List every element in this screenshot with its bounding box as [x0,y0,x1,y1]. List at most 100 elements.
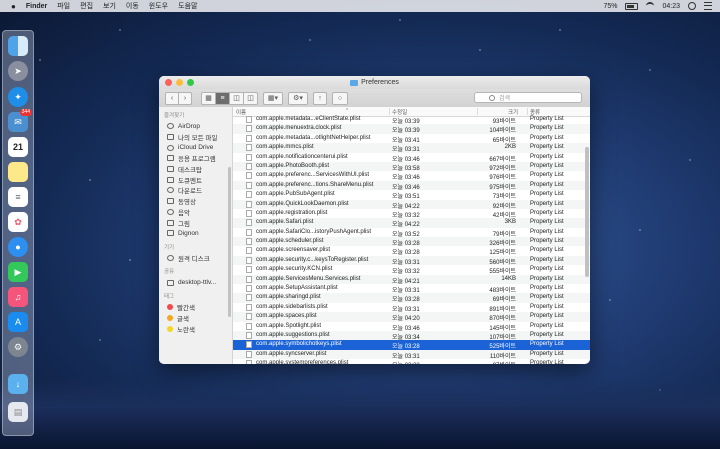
share-button[interactable]: ↑ [313,91,327,105]
menu-view[interactable]: 보기 [103,1,116,11]
spotlight-icon[interactable] [688,2,696,10]
table-row[interactable]: com.apple.sidebarlists.plist 오늘 03:31 891바… [233,303,590,313]
table-row[interactable]: com.apple.suggestions.plist 오늘 03:34 107바이… [233,330,590,341]
wifi-icon[interactable] [646,2,655,10]
icon-view-button[interactable]: ▦ [201,91,216,105]
list-scrollbar[interactable] [585,147,589,277]
notes-icon[interactable] [8,162,28,182]
sidebar-item-movies[interactable]: 동영상 [159,196,232,207]
cover-flow-button[interactable]: ◫ [243,91,258,105]
launchpad-icon[interactable]: ➤ [8,61,28,81]
window-titlebar[interactable]: Preferences [159,76,590,89]
sidebar-tag-red[interactable]: 빨간색 [159,302,232,313]
table-row[interactable]: com.apple.preferenc...ServicesWithUI.pli… [233,171,590,181]
file-kind: Property List [530,331,564,338]
sidebar-item-applications[interactable]: 응용 프로그램 [159,153,232,164]
back-button[interactable]: ‹ [165,91,179,105]
zoom-button[interactable] [187,79,194,86]
battery-percent[interactable]: 75% [603,3,617,10]
table-row[interactable]: com.apple.Spotlight.plist 오늘 03:46 145바이트 P… [233,322,590,332]
file-name: com.apple.ServicesMenu.Services.plist [256,275,361,282]
sidebar-item-desktop[interactable]: 데스크탑 [159,164,232,175]
sidebar-item-shared-computer[interactable]: desktop-ttlv... [159,277,232,288]
table-row[interactable]: com.apple.scheduler.plist 오늘 03:28 326바이트 P… [233,237,590,247]
list-view-button[interactable]: ≡ [215,91,230,105]
group-button[interactable]: ▦▾ [263,91,283,105]
mail-icon[interactable]: ✉ 344 [8,109,32,132]
file-name: com.apple.SetupAssistant.plist [256,285,338,292]
sidebar-item-remote-disc[interactable]: 원격 디스크 [159,253,232,264]
table-row[interactable]: com.apple.QuickLookDaemon.plist 오늘 04:22 9… [233,199,590,210]
column-view-button[interactable]: ◫ [229,91,244,105]
menu-window[interactable]: 윈도우 [149,1,168,11]
menu-file[interactable]: 파일 [57,1,70,11]
file-kind: Property List [530,219,564,226]
sidebar-tag-yellow[interactable]: 노란색 [159,323,232,334]
sidebar-item-all-my-files[interactable]: 나의 모든 파일 [159,132,232,143]
column-divider[interactable] [477,108,478,115]
sidebar-header-tags: 태그 [164,293,175,300]
table-row[interactable]: com.apple.spaces.plist 오늘 04:20 870바이트 Prop… [233,312,590,322]
sidebar-item-icloud-drive[interactable]: iCloud Drive [159,142,232,153]
downloads-folder-icon[interactable]: ↓ [8,374,28,394]
column-divider[interactable] [389,108,390,115]
safari-icon[interactable]: ✦ [8,87,28,107]
table-row-selected[interactable]: com.apple.symbolichotkeys.plist 오늘 03:28 5… [233,340,590,350]
sidebar-tag-orange[interactable]: 글색 [159,313,232,324]
table-row[interactable]: com.apple.security.KCN.plist 오늘 03:32 555바… [233,265,590,275]
action-button[interactable]: ⚙▾ [288,91,308,105]
table-row[interactable]: com.apple.ServicesMenu.Services.plist 오늘 … [233,274,590,285]
sidebar-item-airdrop[interactable]: AirDrop [159,121,232,132]
sidebar-scrollbar[interactable] [228,167,231,317]
facetime-icon[interactable]: ▶ [8,262,28,282]
sidebar-item-pictures[interactable]: 그림 [159,217,232,228]
table-row[interactable]: com.apple.mmcs.plist 오늘 03:31 2KB Property … [233,143,590,153]
table-row[interactable]: com.apple.preferenc...tions.ShareMenu.pl… [233,180,590,191]
music-icon[interactable]: ♫ [8,287,28,307]
tags-button[interactable]: ○ [332,91,348,105]
menu-go[interactable]: 이동 [126,1,139,11]
sidebar-item-documents[interactable]: 도큐멘트 [159,174,232,185]
search-field[interactable]: 검색 [474,92,582,103]
table-row[interactable]: com.apple.Safari.plist 오늘 04:22 3KB Propert… [233,218,590,228]
table-row[interactable]: com.apple.registration.plist 오늘 03:32 42바이… [233,209,590,219]
table-row[interactable]: com.apple.sharingd.plist 오늘 03:28 69바이트 Pro… [233,293,590,303]
wallpaper-mountains [0,379,720,449]
sidebar-item-home[interactable]: Dignon [159,228,232,239]
column-divider[interactable] [527,108,528,115]
menu-app-finder[interactable]: Finder [26,3,47,10]
menu-edit[interactable]: 편집 [80,1,93,11]
calendar-icon[interactable]: 21 [8,137,28,157]
table-row[interactable]: com.apple.SafariClo...istoryPushAgent.pl… [233,228,590,238]
computer-icon [167,279,174,286]
table-row[interactable]: com.apple.PubSubAgent.plist 오늘 03:51 73바이트… [233,190,590,200]
photos-icon[interactable]: ✿ [8,212,28,232]
minimize-button[interactable] [176,79,183,86]
sidebar-item-music[interactable]: 음악 [159,207,232,218]
table-row[interactable]: com.apple.metadata...otlightNetHelper.pl… [233,134,590,144]
table-row[interactable]: com.apple.syncserver.plist 오늘 03:31 110바이트… [233,349,590,360]
menubar-clock[interactable]: 04:23 [662,3,680,10]
table-row[interactable]: com.apple.menuextra.clock.plist 오늘 03:39 1… [233,124,590,134]
reminders-icon[interactable]: ≡ [8,187,28,207]
table-row[interactable]: com.apple.PhotoBooth.plist 오늘 03:58 972바이트… [233,161,590,172]
apple-menu-icon[interactable]: ● [11,2,16,11]
menu-help[interactable]: 도움말 [178,1,197,11]
forward-button[interactable]: › [178,91,192,105]
trash-icon[interactable]: ▤ [8,402,28,422]
close-button[interactable] [165,79,172,86]
table-row[interactable]: com.apple.notificationcenterui.plist 오늘 0… [233,153,590,163]
table-row[interactable]: com.apple.systempreferences.plist 오늘 03:2… [233,359,590,364]
table-row[interactable]: com.apple.security.c...keysToRegister.pl… [233,255,590,266]
notification-center-icon[interactable] [704,2,712,10]
finder-icon[interactable] [8,36,28,56]
table-row[interactable]: com.apple.SetupAssistant.plist 오늘 03:31 48… [233,284,590,294]
messages-icon[interactable]: ● [8,237,28,257]
app-store-icon[interactable]: A [8,312,28,332]
sidebar-item-downloads[interactable]: 다운로드 [159,185,232,196]
table-row[interactable]: com.apple.metadata...eClientState.plist 오… [233,115,590,125]
table-row[interactable]: com.apple.screensaver.plist 오늘 03:28 125바이… [233,246,590,256]
battery-icon[interactable] [625,2,639,10]
system-preferences-icon[interactable]: ⚙ [8,337,28,357]
file-name: com.apple.sidebarlists.plist [256,303,328,310]
